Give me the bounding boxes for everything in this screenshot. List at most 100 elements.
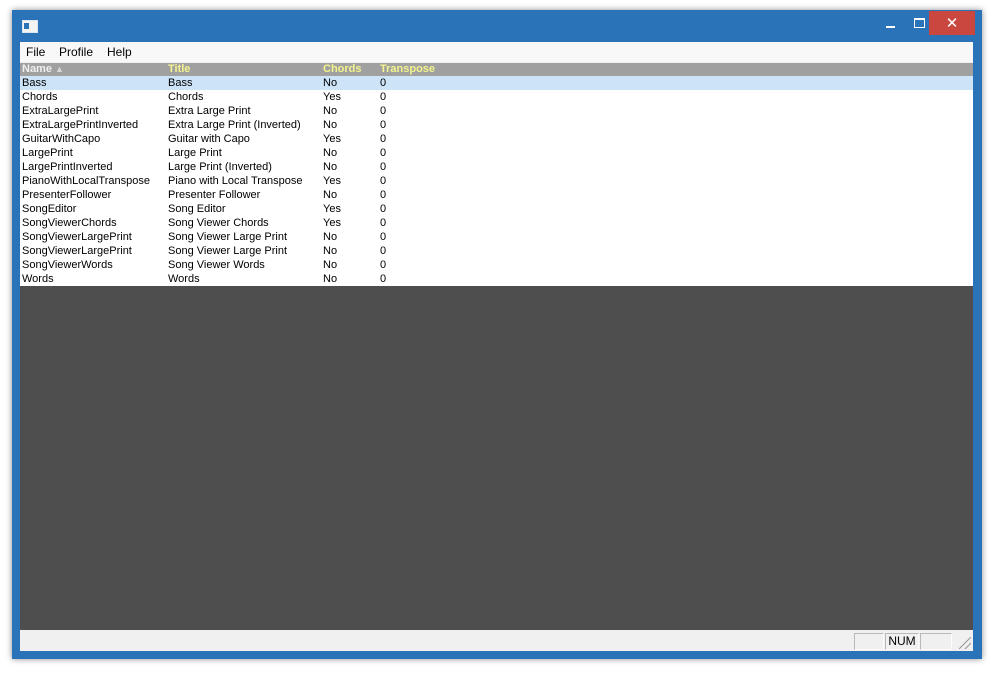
cell-name: SongViewerWords bbox=[22, 259, 113, 271]
maximize-icon bbox=[913, 18, 925, 28]
cell-title: Piano with Local Transpose bbox=[168, 175, 303, 187]
cell-title: Presenter Follower bbox=[168, 189, 261, 201]
cell-title: Song Editor bbox=[168, 203, 226, 215]
cell-name: SongEditor bbox=[22, 203, 77, 215]
cell-name: GuitarWithCapo bbox=[22, 133, 101, 145]
cell-transpose: 0 bbox=[380, 175, 387, 187]
table-row[interactable]: ExtraLargePrintInverted Extra Large Print… bbox=[20, 118, 973, 132]
cell-transpose: 0 bbox=[380, 231, 387, 243]
status-bar: NUM bbox=[20, 631, 973, 651]
cell-chords: No bbox=[323, 245, 338, 257]
column-header-name-label: Name bbox=[22, 63, 52, 75]
menu-profile[interactable]: Profile bbox=[59, 45, 93, 59]
table-row[interactable]: LargePrint Large Print No 0 bbox=[20, 146, 973, 160]
cell-chords: No bbox=[323, 105, 338, 117]
cell-transpose: 0 bbox=[380, 161, 387, 173]
table-row[interactable]: Words Words No 0 bbox=[20, 272, 973, 286]
app-icon[interactable] bbox=[22, 20, 38, 33]
cell-title: Large Print (Inverted) bbox=[168, 161, 272, 173]
cell-title: Large Print bbox=[168, 147, 222, 159]
table-row[interactable]: ExtraLargePrint Extra Large Print No 0 bbox=[20, 104, 973, 118]
cell-name: Bass bbox=[22, 77, 47, 89]
cell-transpose: 0 bbox=[380, 273, 387, 285]
column-header-chords[interactable]: Chords bbox=[323, 63, 362, 76]
cell-name: SongViewerLargePrint bbox=[22, 245, 132, 257]
cell-name: PresenterFollower bbox=[22, 189, 112, 201]
cell-chords: Yes bbox=[323, 203, 341, 215]
minimize-icon bbox=[885, 26, 895, 28]
cell-chords: No bbox=[323, 273, 338, 285]
table-row[interactable]: SongViewerChords Song Viewer Chords Yes 0 bbox=[20, 216, 973, 230]
cell-name: PianoWithLocalTranspose bbox=[22, 175, 150, 187]
close-icon: ✕ bbox=[945, 14, 959, 32]
table-row[interactable]: GuitarWithCapo Guitar with Capo Yes 0 bbox=[20, 132, 973, 146]
menu-file[interactable]: File bbox=[26, 45, 45, 59]
cell-title: Song Viewer Large Print bbox=[168, 245, 288, 257]
cell-transpose: 0 bbox=[380, 259, 387, 271]
title-bar[interactable]: ✕ bbox=[12, 10, 982, 42]
table-row[interactable]: LargePrintInverted Large Print (Inverted)… bbox=[20, 160, 973, 174]
cell-transpose: 0 bbox=[380, 91, 387, 103]
cell-chords: No bbox=[323, 189, 338, 201]
cell-chords: No bbox=[323, 119, 338, 131]
cell-name: ExtraLargePrint bbox=[22, 105, 99, 117]
table-row[interactable]: PresenterFollower Presenter Follower No 0 bbox=[20, 188, 973, 202]
table-row[interactable]: SongEditor Song Editor Yes 0 bbox=[20, 202, 973, 216]
cell-chords: No bbox=[323, 231, 338, 243]
status-pane-blank bbox=[854, 633, 884, 650]
column-header-transpose[interactable]: Transpose bbox=[380, 63, 435, 76]
cell-title: Song Viewer Large Print bbox=[168, 231, 288, 243]
resize-grip-icon[interactable] bbox=[959, 637, 971, 649]
cell-chords: No bbox=[323, 161, 338, 173]
cell-name: LargePrintInverted bbox=[22, 161, 113, 173]
cell-name: Words bbox=[22, 273, 54, 285]
table-row[interactable]: Chords Chords Yes 0 bbox=[20, 90, 973, 104]
cell-transpose: 0 bbox=[380, 203, 387, 215]
cell-title: Chords bbox=[168, 91, 204, 103]
cell-transpose: 0 bbox=[380, 147, 387, 159]
grid-header: Name ▲ Title Chords Transpose bbox=[20, 63, 973, 76]
cell-title: Guitar with Capo bbox=[168, 133, 250, 145]
cell-transpose: 0 bbox=[380, 217, 387, 229]
cell-name: ExtraLargePrintInverted bbox=[22, 119, 139, 131]
cell-transpose: 0 bbox=[380, 77, 387, 89]
cell-name: LargePrint bbox=[22, 147, 73, 159]
cell-transpose: 0 bbox=[380, 133, 387, 145]
cell-chords: Yes bbox=[323, 133, 341, 145]
menu-bar: File Profile Help bbox=[20, 42, 973, 62]
cell-transpose: 0 bbox=[380, 189, 387, 201]
cell-name: Chords bbox=[22, 91, 58, 103]
column-header-name[interactable]: Name ▲ bbox=[22, 63, 64, 76]
cell-title: Extra Large Print (Inverted) bbox=[168, 119, 301, 131]
table-row[interactable]: SongViewerLargePrint Song Viewer Large Pr… bbox=[20, 230, 973, 244]
cell-title: Extra Large Print bbox=[168, 105, 251, 117]
cell-title: Bass bbox=[168, 77, 193, 89]
cell-title: Song Viewer Chords bbox=[168, 217, 269, 229]
minimize-button[interactable] bbox=[876, 12, 904, 34]
cell-chords: No bbox=[323, 147, 338, 159]
cell-transpose: 0 bbox=[380, 105, 387, 117]
cell-chords: Yes bbox=[323, 217, 341, 229]
table-row[interactable]: Bass Bass No 0 bbox=[20, 76, 973, 90]
app-window: ✕ File Profile Help Name ▲ Title Chords T… bbox=[12, 10, 982, 659]
cell-title: Words bbox=[168, 273, 200, 285]
status-pane-num: NUM bbox=[885, 633, 919, 650]
column-header-title[interactable]: Title bbox=[168, 63, 190, 76]
cell-transpose: 0 bbox=[380, 245, 387, 257]
table-row[interactable]: PianoWithLocalTranspose Piano with Local … bbox=[20, 174, 973, 188]
menu-help[interactable]: Help bbox=[107, 45, 132, 59]
cell-chords: Yes bbox=[323, 175, 341, 187]
cell-title: Song Viewer Words bbox=[168, 259, 265, 271]
status-pane-blank bbox=[920, 633, 952, 650]
table-row[interactable]: SongViewerWords Song Viewer Words No 0 bbox=[20, 258, 973, 272]
table-row[interactable]: SongViewerLargePrint Song Viewer Large Pr… bbox=[20, 244, 973, 258]
cell-transpose: 0 bbox=[380, 119, 387, 131]
close-button[interactable]: ✕ bbox=[929, 11, 975, 35]
cell-chords: No bbox=[323, 77, 338, 89]
cell-name: SongViewerChords bbox=[22, 217, 117, 229]
grid-rows: Bass Bass No 0 Chords Chords Yes 0 ExtraLargePri… bbox=[20, 76, 973, 286]
profile-grid: Name ▲ Title Chords Transpose Bass Bass No 0… bbox=[20, 63, 973, 630]
cell-chords: Yes bbox=[323, 91, 341, 103]
sort-ascending-icon: ▲ bbox=[54, 64, 64, 74]
cell-chords: No bbox=[323, 259, 338, 271]
